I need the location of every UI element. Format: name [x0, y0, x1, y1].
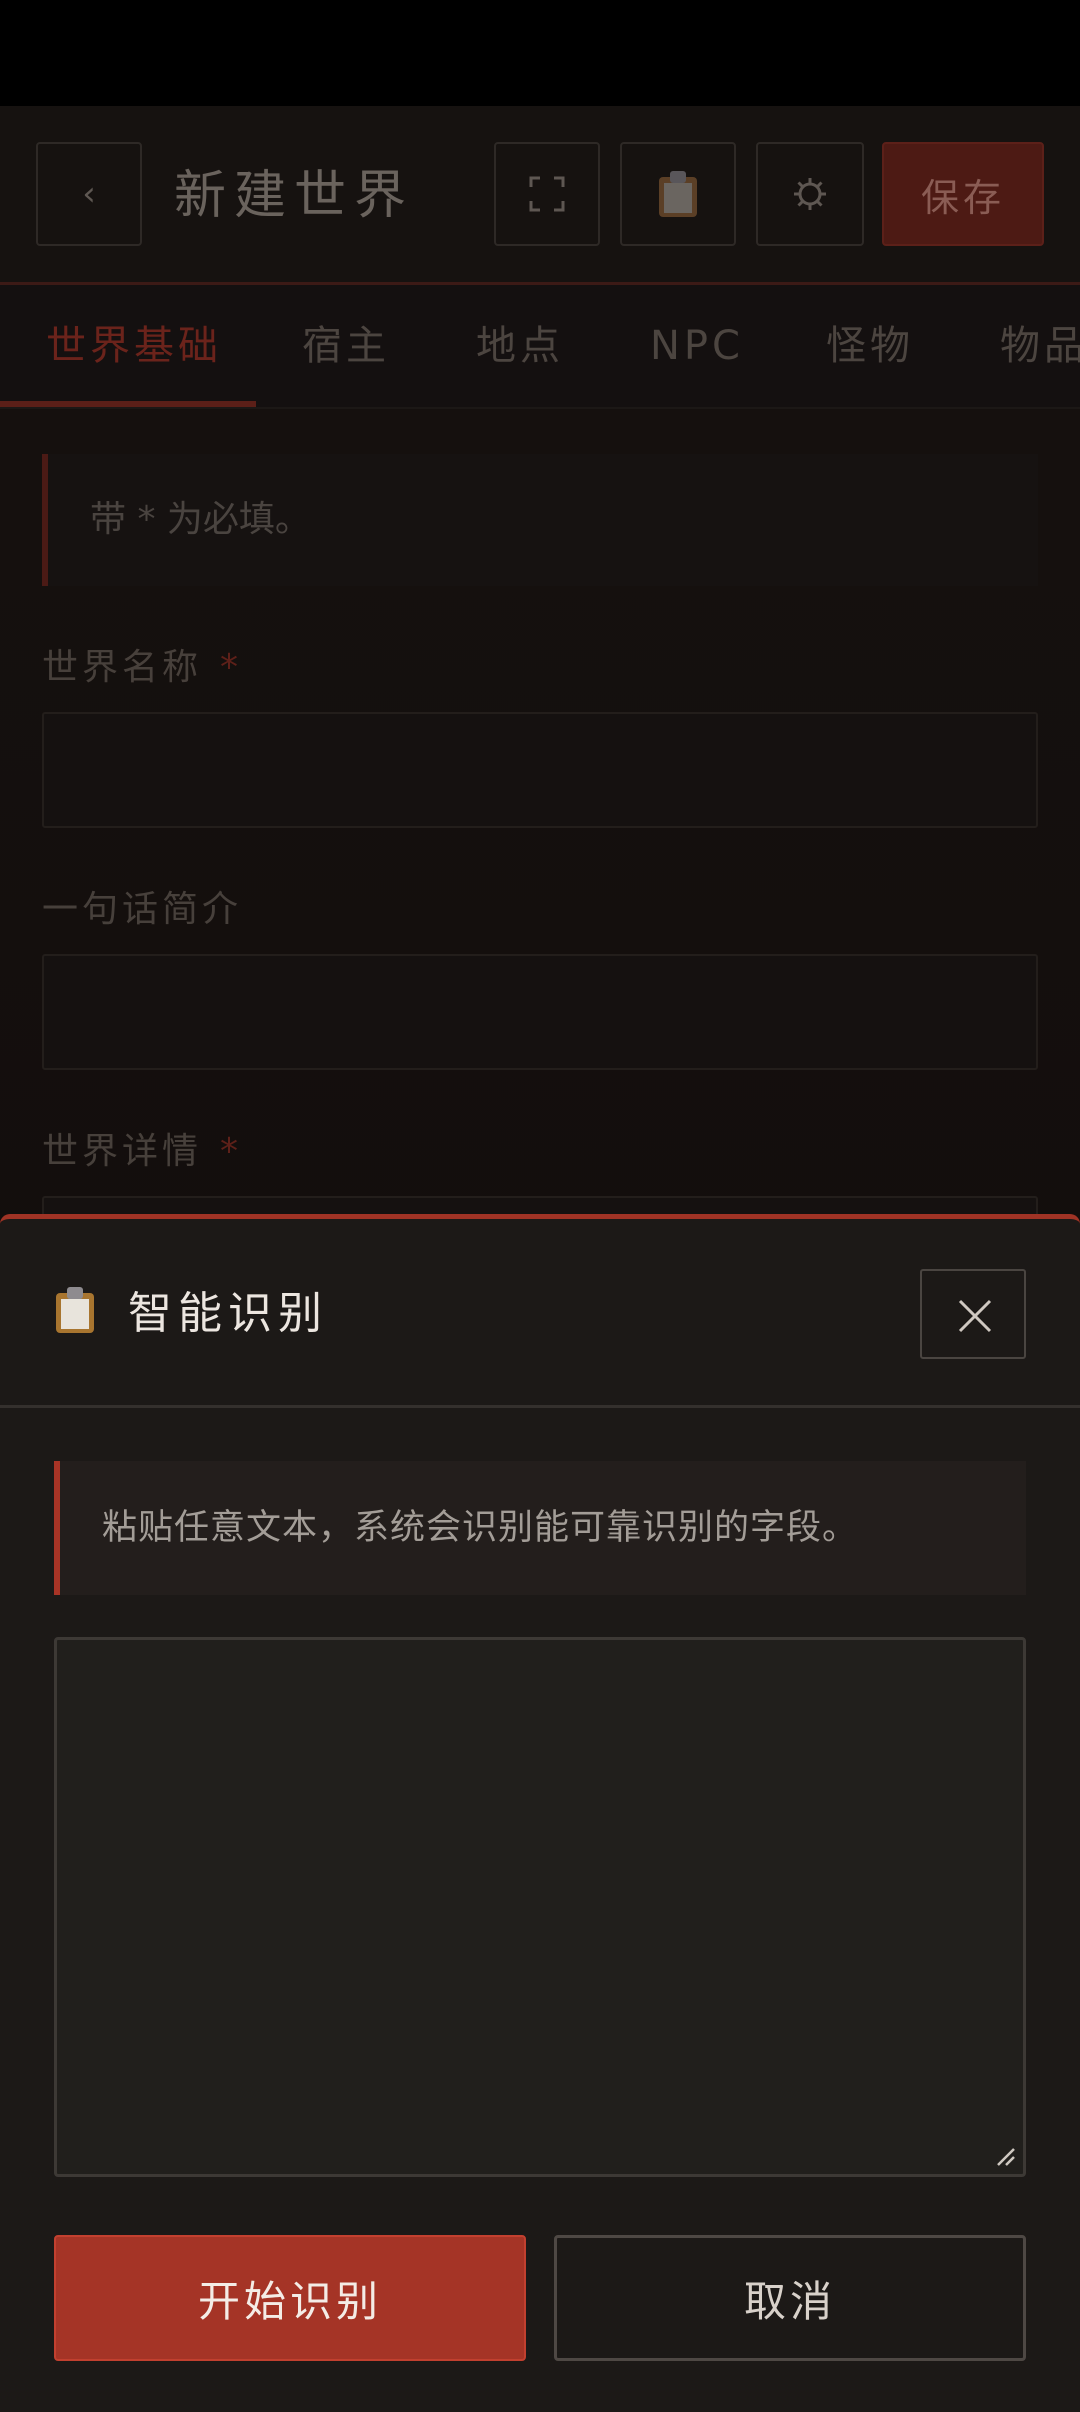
status-bar [0, 0, 1080, 106]
cancel-button[interactable]: 取消 [554, 2235, 1026, 2361]
back-button[interactable]: ‹ [36, 142, 142, 246]
required-mark: * [220, 647, 243, 688]
page-title: 新建世界 [174, 166, 415, 226]
required-mark: * [220, 1131, 243, 1172]
fullscreen-button[interactable] [494, 142, 600, 246]
close-icon [958, 1299, 992, 1333]
tab-bar: 世界基础 宿主 地点 NPC 怪物 物品 [0, 285, 1080, 409]
required-note: 带 * 为必填。 [42, 454, 1038, 586]
clipboard-icon [56, 1287, 94, 1333]
smart-recognition-sheet: 智能识别 粘贴任意文本，系统会识别能可靠识别的字段。 开始识别 取消 [0, 1214, 1080, 2412]
clipboard-icon [659, 171, 697, 217]
sheet-clipboard-icon [56, 1287, 94, 1337]
world-name-label: 世界名称 * [42, 638, 242, 690]
world-name-label-text: 世界名称 [42, 647, 203, 688]
tagline-label: 一句话简介 [42, 880, 242, 932]
tab-npc[interactable]: NPC [650, 285, 744, 407]
settings-button[interactable] [756, 142, 864, 246]
world-details-label: 世界详情 * [42, 1122, 242, 1174]
paste-textarea[interactable] [54, 1637, 1026, 2177]
tab-host[interactable]: 宿主 [302, 285, 390, 407]
tab-items[interactable]: 物品 [1000, 285, 1080, 407]
paste-hint-text: 粘贴任意文本，系统会识别能可靠识别的字段。 [102, 1508, 859, 1548]
top-bar: ‹ 新建世界 保存 [0, 106, 1080, 285]
save-button[interactable]: 保存 [882, 142, 1044, 246]
paste-hint: 粘贴任意文本，系统会识别能可靠识别的字段。 [54, 1461, 1026, 1595]
required-note-text: 带 * 为必填。 [90, 499, 311, 540]
expand-icon [529, 176, 565, 212]
start-recognition-button[interactable]: 开始识别 [54, 2235, 526, 2361]
screen: ‹ 新建世界 保存 世界基础 宿主 地点 NPC 怪物 物品 带 * 为必填。 … [0, 0, 1080, 2412]
tab-world-basics[interactable]: 世界基础 [46, 285, 222, 407]
close-button[interactable] [920, 1269, 1026, 1359]
sheet-header: 智能识别 [0, 1219, 1080, 1408]
resize-handle-icon[interactable] [994, 2145, 1016, 2167]
tagline-label-text: 一句话简介 [42, 889, 243, 930]
sheet-title: 智能识别 [128, 1288, 328, 1339]
tagline-input[interactable] [42, 954, 1038, 1070]
gear-icon [794, 178, 826, 210]
tab-locations[interactable]: 地点 [476, 285, 564, 407]
tab-monsters[interactable]: 怪物 [826, 285, 914, 407]
world-details-label-text: 世界详情 [42, 1131, 203, 1172]
clipboard-button[interactable] [620, 142, 736, 246]
active-tab-indicator [0, 401, 256, 407]
world-name-input[interactable] [42, 712, 1038, 828]
